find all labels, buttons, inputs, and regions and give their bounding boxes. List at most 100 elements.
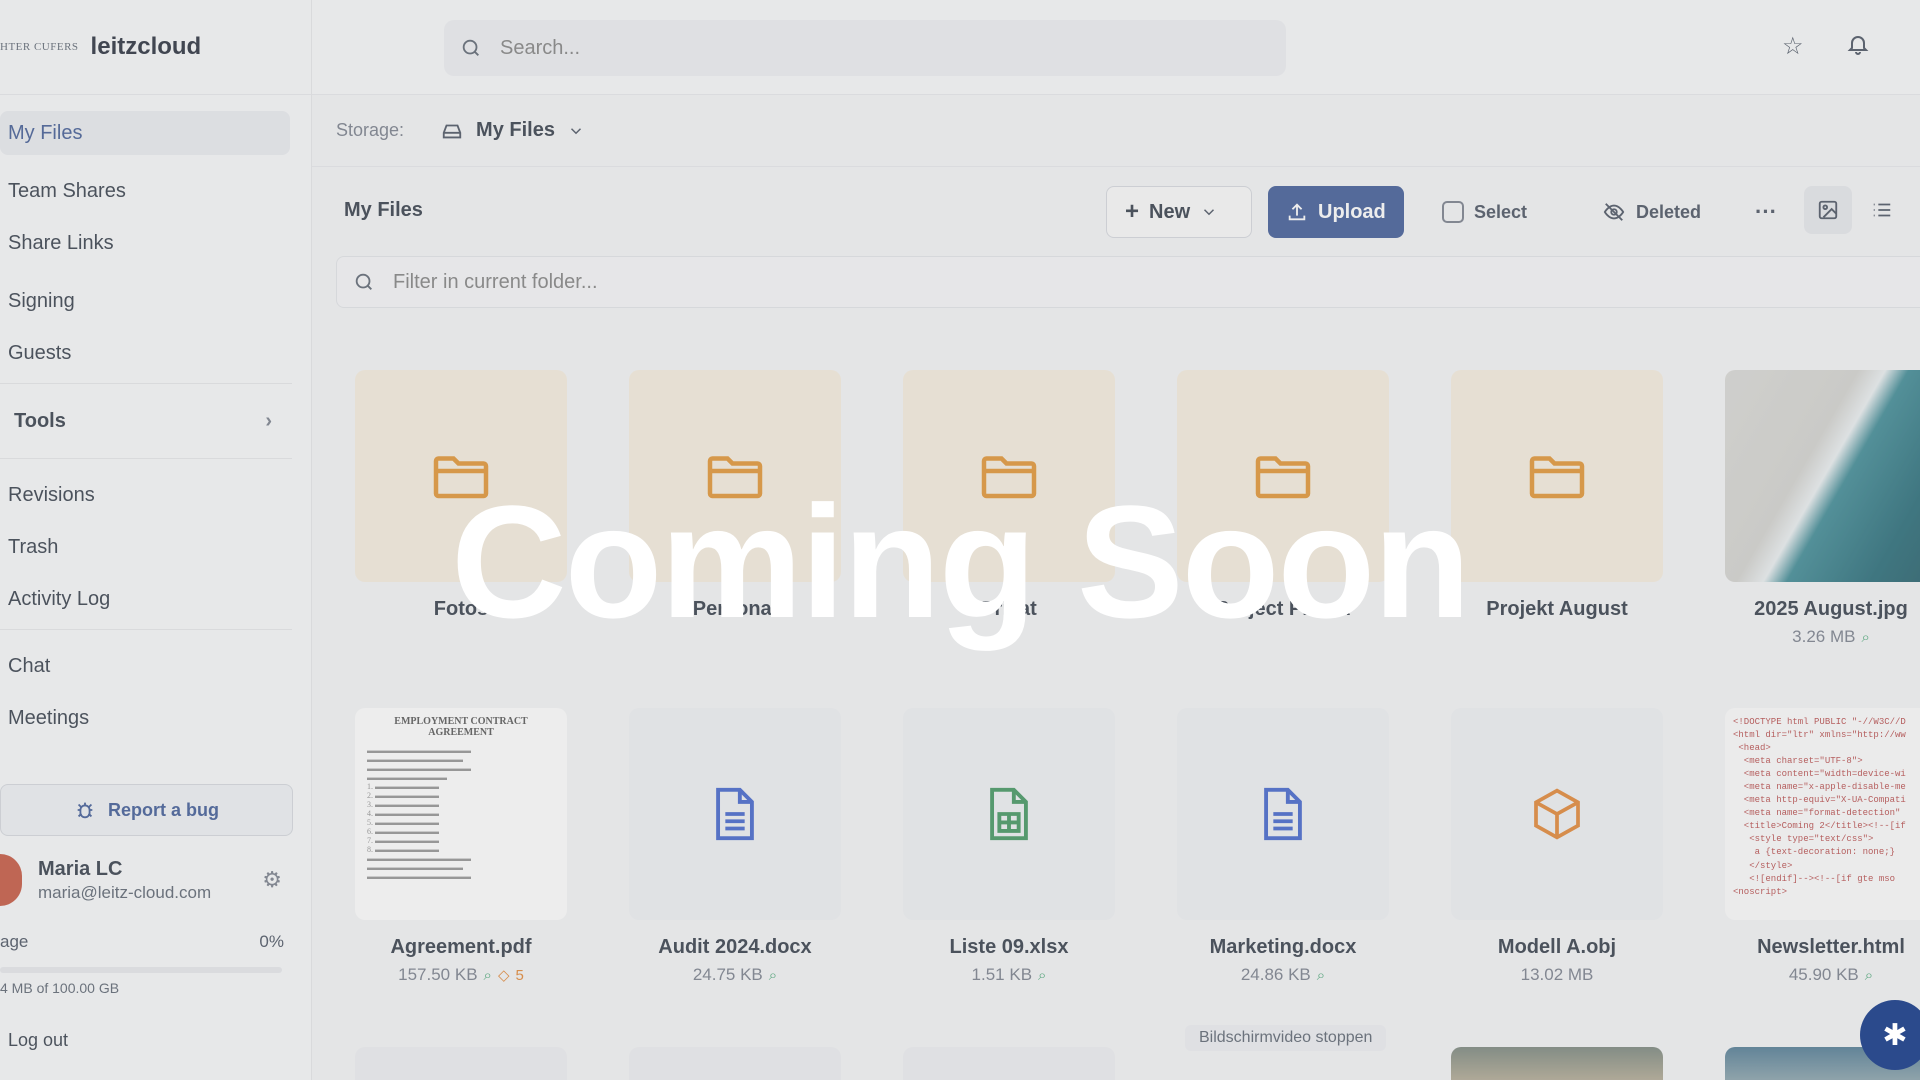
sidebar-item-trash[interactable]: Trash [0, 525, 311, 569]
file-tile[interactable] [903, 1047, 1115, 1080]
new-button[interactable]: + New [1106, 186, 1252, 238]
file-tile[interactable] [355, 1047, 567, 1080]
grid-view-button[interactable] [1804, 186, 1852, 234]
upload-button[interactable]: Upload [1268, 186, 1404, 238]
page-title: My Files [344, 199, 423, 221]
folder-thumbnail [1451, 370, 1663, 582]
folder-tile[interactable]: Fotos [355, 370, 567, 621]
file-tile[interactable]: <!DOCTYPE html PUBLIC "-//W3C//D <html d… [1725, 708, 1920, 985]
file-name: Agreement.pdf [390, 936, 532, 958]
sidebar-item-chat[interactable]: Chat [0, 644, 311, 688]
folder-icon [707, 456, 763, 499]
folder-tile[interactable]: Personal [629, 370, 841, 621]
sidebar-item-signing[interactable]: Signing [0, 279, 311, 323]
file-tile[interactable]: Audit 2024.docx 24.75 KB ⌕ [629, 708, 841, 985]
sidebar: HTER CUFERS leitzcloud My Files Team Sha… [0, 0, 312, 1080]
more-options-button[interactable]: ··· [1737, 186, 1795, 238]
file-tile[interactable]: Marketing.docx 24.86 KB ⌕ [1177, 708, 1389, 985]
chevron-right-icon: › [265, 409, 272, 432]
brand: HTER CUFERS leitzcloud [0, 0, 311, 95]
file-size: 24.75 KB [692, 965, 763, 984]
folder-tile[interactable]: Project Plan A [1177, 370, 1389, 621]
storage-selected: My Files [476, 119, 555, 141]
bug-icon [77, 802, 93, 819]
sidebar-item-meetings[interactable]: Meetings [0, 696, 311, 740]
sidebar-item-label: Chat [8, 654, 51, 677]
pdf-page-preview: EMPLOYMENT CONTRACT AGREEMENT ▬▬▬▬▬▬▬▬▬▬… [355, 708, 567, 920]
folder-thumbnail [355, 370, 567, 582]
storage-select[interactable]: My Files [440, 119, 585, 142]
sidebar-item-label: Trash [8, 535, 59, 558]
upload-label: Upload [1318, 200, 1386, 223]
divider [0, 629, 292, 630]
brand-name[interactable]: leitzcloud [91, 33, 202, 61]
gear-icon[interactable]: ⚙ [262, 867, 282, 893]
file-name: Audit 2024.docx [658, 936, 812, 958]
select-label: Select [1474, 201, 1528, 222]
file-tile[interactable]: Modell A.obj 13.02 MB [1451, 708, 1663, 985]
file-tile[interactable]: 2025 August.jpg 3.26 MB ⌕ [1725, 370, 1920, 647]
image-icon [1818, 200, 1838, 220]
file-name: Privat [981, 598, 1037, 620]
list-view-button[interactable] [1858, 186, 1906, 234]
tag-count: 5 [515, 966, 524, 984]
sidebar-item-share-links[interactable]: Share Links [0, 221, 311, 265]
file-tile[interactable] [1451, 1047, 1663, 1080]
storage-progress-bar [0, 967, 282, 973]
deleted-toggle-button[interactable]: Deleted [1584, 186, 1719, 238]
folder-thumbnail [1177, 370, 1389, 582]
screen-recording-hint[interactable]: Bildschirmvideo stoppen [1185, 1025, 1387, 1051]
storage-detail: 4 MB of 100.00 GB [0, 980, 120, 996]
folder-tile[interactable]: Projekt August [1451, 370, 1663, 621]
avatar[interactable] [0, 854, 22, 906]
logout-link[interactable]: Log out [8, 1030, 68, 1051]
sidebar-item-label: Meetings [8, 706, 90, 729]
search-index-icon: ⌕ [1316, 966, 1326, 984]
select-button[interactable]: Select [1424, 186, 1545, 238]
tag-icon: ◇ [497, 967, 510, 984]
folder-icon [981, 456, 1037, 499]
search-input[interactable] [500, 36, 1200, 60]
bell-icon[interactable] [1846, 32, 1870, 63]
sidebar-item-tools[interactable]: Tools › [0, 392, 292, 450]
sidebar-item-activity-log[interactable]: Activity Log [0, 577, 311, 621]
list-icon [1873, 203, 1891, 217]
filter-bar[interactable] [336, 256, 1920, 308]
sidebar-item-label: My Files [8, 121, 83, 144]
filter-input[interactable] [393, 270, 993, 294]
file-name: Fotos [433, 598, 489, 620]
folder-thumbnail [629, 370, 841, 582]
user-name: Maria LC [38, 857, 123, 880]
new-label: New [1149, 200, 1191, 223]
sidebar-item-label: Revisions [8, 483, 95, 506]
pdf-thumbnail: EMPLOYMENT CONTRACT AGREEMENT ▬▬▬▬▬▬▬▬▬▬… [355, 708, 567, 920]
user-profile[interactable]: Maria LC maria@leitz-cloud.com ⚙ [0, 850, 292, 910]
file-tile[interactable] [629, 1047, 841, 1080]
upload-icon [1288, 203, 1306, 221]
search-bar[interactable] [444, 20, 1286, 76]
sidebar-item-team-shares[interactable]: Team Shares [0, 169, 311, 213]
sidebar-item-label: Guests [8, 341, 72, 364]
folder-tile[interactable]: Privat [903, 370, 1115, 621]
obj-thumbnail [1451, 708, 1663, 920]
chevron-down-icon [570, 127, 581, 134]
eye-off-icon [1603, 203, 1625, 221]
sidebar-item-guests[interactable]: Guests [0, 331, 311, 375]
file-tile[interactable]: EMPLOYMENT CONTRACT AGREEMENT ▬▬▬▬▬▬▬▬▬▬… [355, 708, 567, 985]
report-bug-button[interactable]: Report a bug [0, 784, 293, 836]
search-index-icon: ⌕ [1038, 966, 1047, 984]
cube-icon [1534, 788, 1580, 840]
chevron-down-icon [1204, 209, 1215, 216]
drive-icon [442, 124, 462, 138]
plus-icon: + [1125, 198, 1140, 225]
sidebar-item-revisions[interactable]: Revisions [0, 473, 311, 517]
sidebar-item-label: Tools [14, 409, 66, 432]
pdf-doc-title: EMPLOYMENT CONTRACT AGREEMENT [394, 716, 528, 738]
divider [0, 458, 292, 459]
file-toolbar: My Files + New Upload Select Deleted ··· [312, 167, 1920, 308]
star-icon[interactable]: ☆ [1782, 32, 1804, 61]
search-index-icon: ⌕ [768, 966, 778, 984]
file-tile[interactable]: Liste 09.xlsx 1.51 KB ⌕ [903, 708, 1115, 985]
sidebar-item-my-files[interactable]: My Files [0, 111, 290, 155]
storage-label: age [0, 932, 29, 951]
